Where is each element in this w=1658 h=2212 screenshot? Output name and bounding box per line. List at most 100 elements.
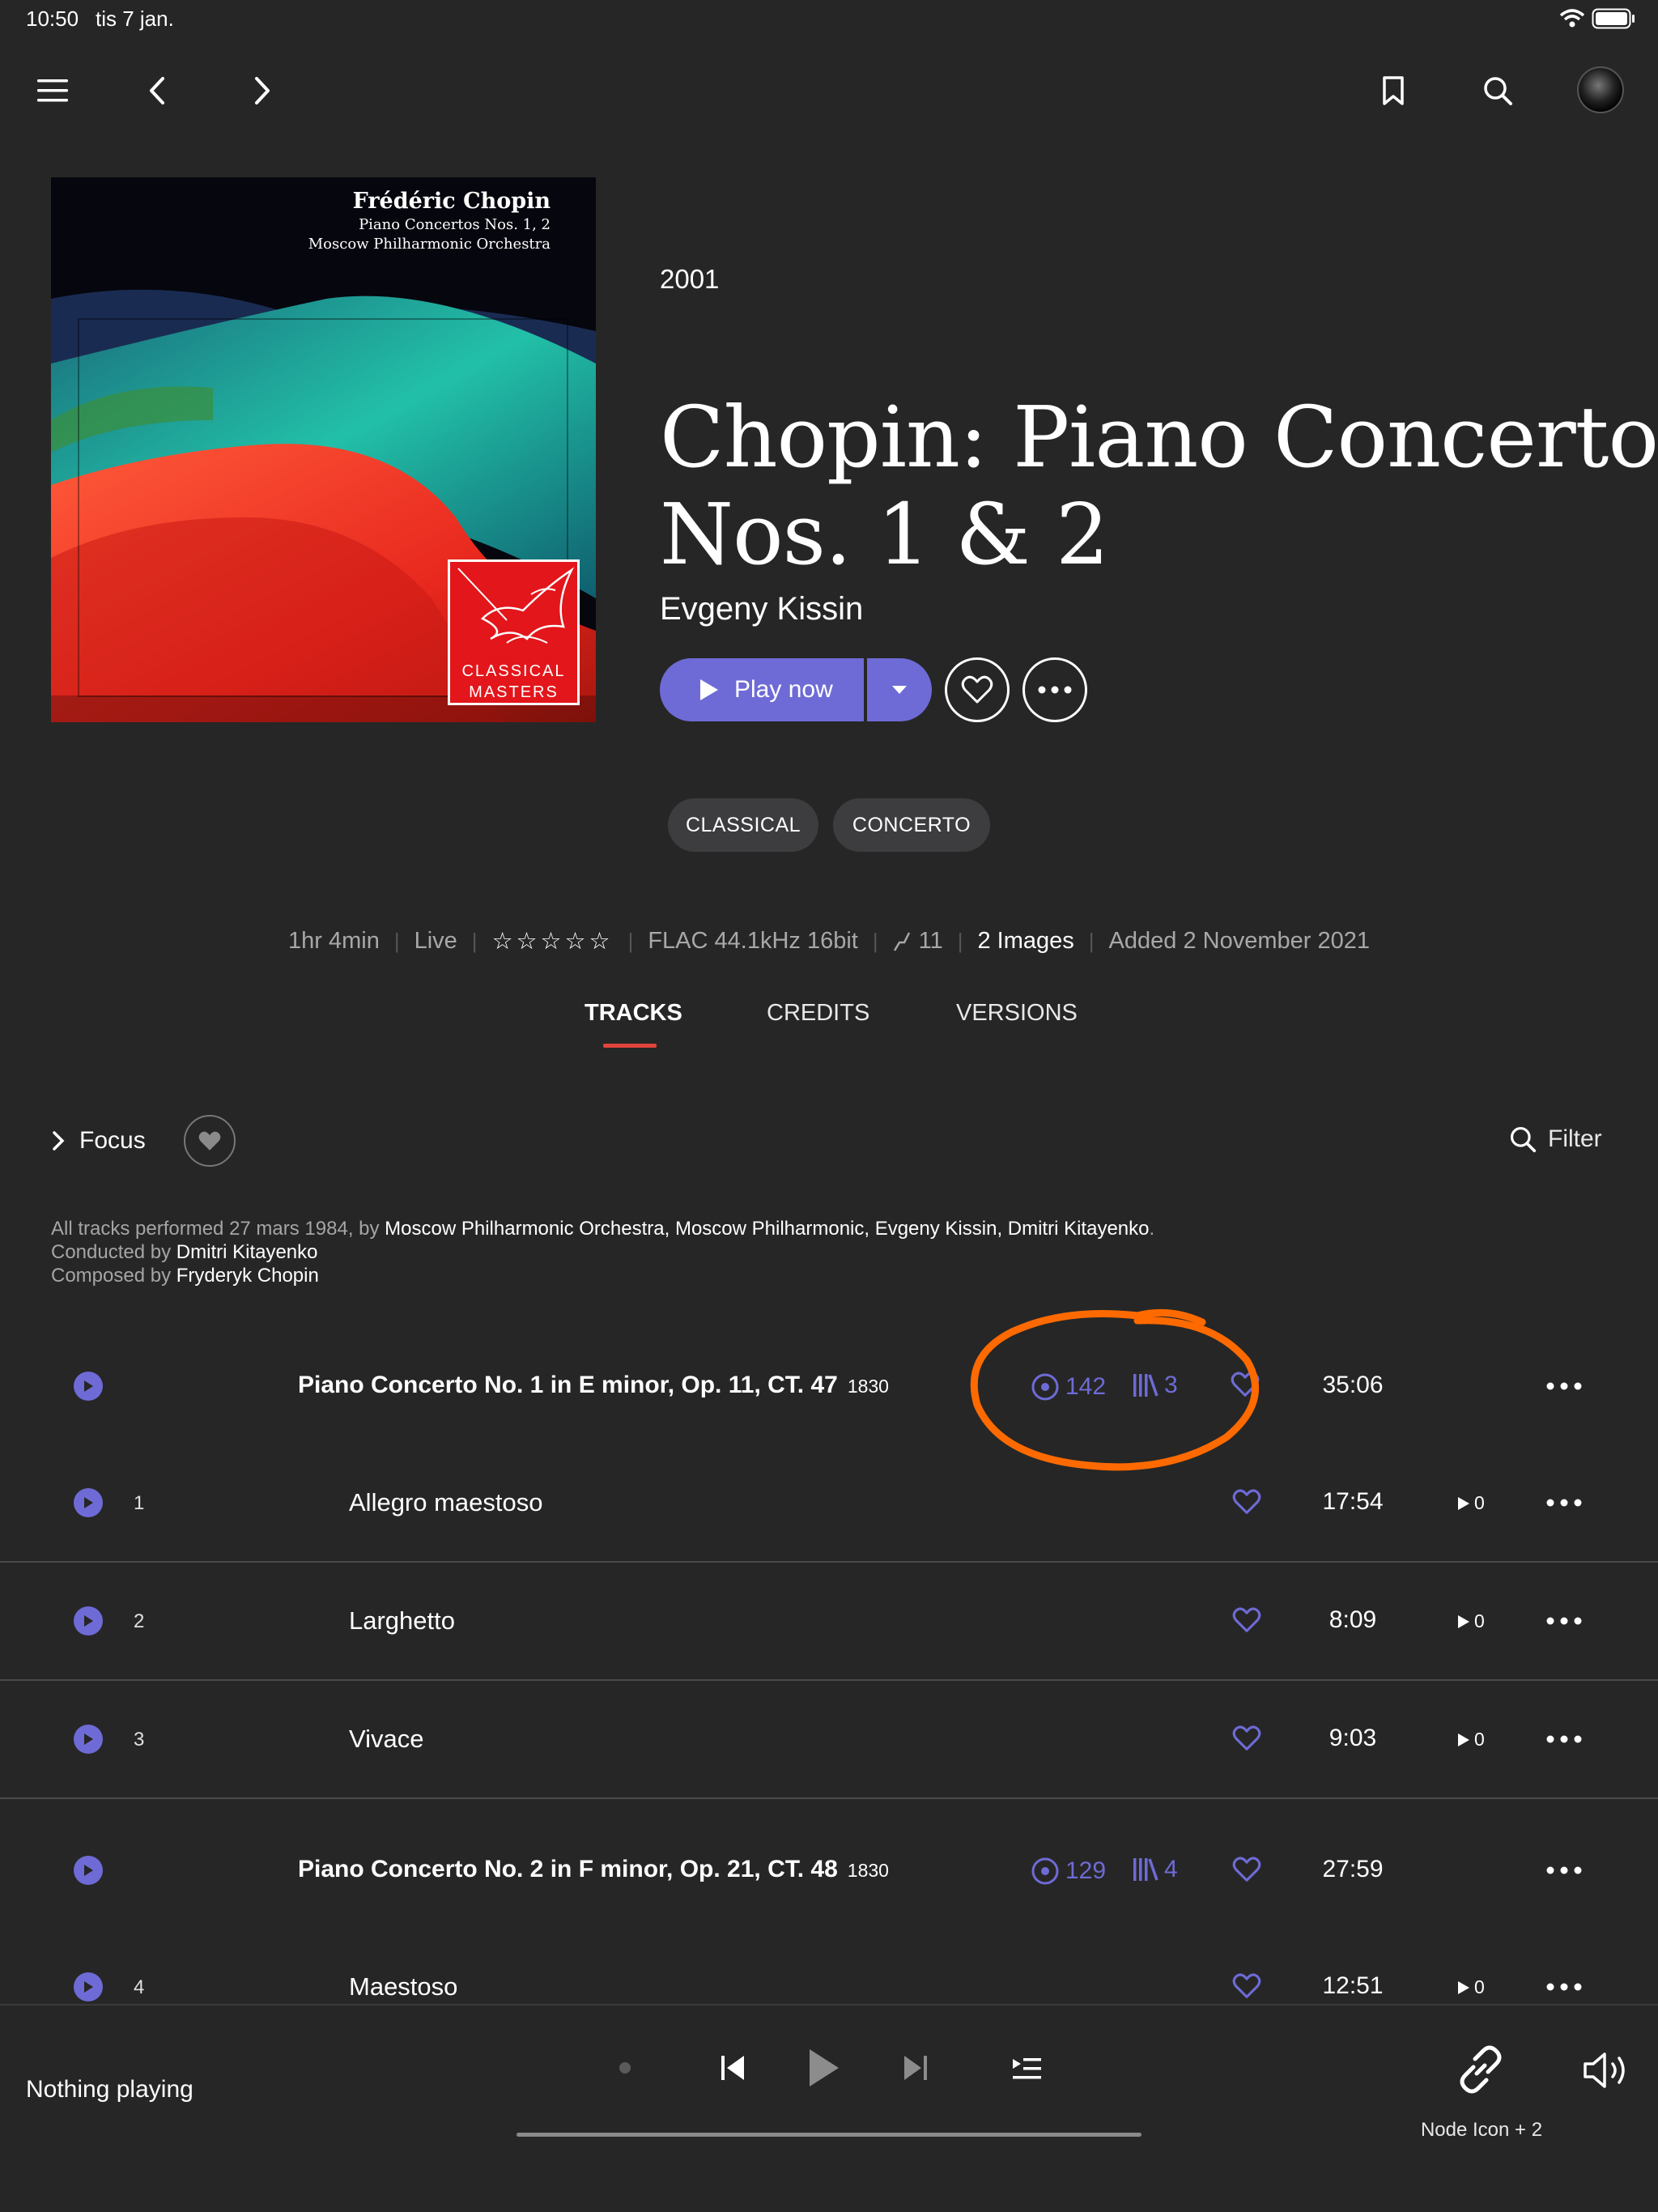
track-playcount: 0 bbox=[1457, 1729, 1485, 1750]
row-more-icon[interactable] bbox=[1546, 1865, 1582, 1875]
cover-orchestra: Moscow Philharmonic Orchestra bbox=[308, 236, 551, 253]
play-track-button[interactable] bbox=[74, 1725, 103, 1754]
play-work-button[interactable] bbox=[74, 1372, 103, 1401]
track-title[interactable]: Larghetto bbox=[349, 1606, 455, 1636]
play-icon bbox=[1458, 1733, 1469, 1746]
queue-button[interactable] bbox=[1009, 2052, 1044, 2085]
queue-icon bbox=[1013, 2058, 1041, 2079]
play-icon bbox=[1458, 1614, 1469, 1628]
work-title[interactable]: Piano Concerto No. 2 in F minor, Op. 21,… bbox=[298, 1856, 889, 1883]
avatar[interactable] bbox=[1577, 66, 1624, 113]
track-number: 4 bbox=[134, 1976, 145, 1998]
label-line2: MASTERS bbox=[469, 683, 559, 701]
row-divider bbox=[0, 1679, 1658, 1681]
track-playcount: 0 bbox=[1457, 1976, 1485, 1998]
back-icon[interactable] bbox=[139, 73, 175, 108]
play-icon bbox=[84, 1733, 93, 1745]
zone-link-button[interactable] bbox=[1452, 2041, 1509, 2098]
more-options-button[interactable] bbox=[1022, 657, 1087, 722]
play-now-button[interactable]: Play now bbox=[660, 658, 864, 721]
chevron-right-icon bbox=[53, 1131, 65, 1151]
album-title-line2: Nos. 1 & 2 bbox=[660, 485, 1109, 584]
work-versions[interactable]: 4 bbox=[1132, 1856, 1178, 1883]
status-date: tis 7 jan. bbox=[96, 6, 174, 31]
meta-images-link[interactable]: 2 Images bbox=[977, 928, 1073, 955]
search-icon[interactable] bbox=[1478, 71, 1517, 110]
credits-performers-links[interactable]: Moscow Philharmonic Orchestra, Moscow Ph… bbox=[385, 1218, 1149, 1240]
row-more-icon[interactable] bbox=[1546, 1498, 1582, 1508]
speaker-icon bbox=[1584, 2052, 1625, 2088]
track-duration: 9:03 bbox=[1329, 1725, 1377, 1751]
wifi-icon bbox=[1559, 8, 1585, 33]
favorite-filter-button[interactable] bbox=[184, 1115, 236, 1167]
work-duration: 27:59 bbox=[1322, 1856, 1384, 1882]
next-track-button[interactable] bbox=[897, 2048, 934, 2088]
ellipsis-icon bbox=[1038, 686, 1072, 694]
track-playcount: 0 bbox=[1457, 1610, 1485, 1632]
play-track-button[interactable] bbox=[74, 1488, 103, 1517]
volume-button[interactable] bbox=[1580, 2046, 1632, 2095]
work-plays[interactable]: 129 bbox=[1030, 1856, 1106, 1887]
previous-track-button[interactable] bbox=[714, 2048, 751, 2088]
play-button[interactable] bbox=[801, 2041, 847, 2095]
home-indicator bbox=[517, 2133, 1141, 2137]
album-cover[interactable]: Frédéric Chopin Piano Concertos Nos. 1, … bbox=[51, 177, 596, 722]
battery-icon bbox=[1592, 8, 1635, 33]
play-options-button[interactable] bbox=[867, 658, 932, 721]
skip-forward-icon bbox=[904, 2056, 927, 2080]
favorite-album-button[interactable] bbox=[945, 657, 1010, 722]
zone-name[interactable]: Node Icon + 2 bbox=[1401, 2119, 1562, 2142]
track-number: 2 bbox=[134, 1610, 145, 1632]
row-more-icon[interactable] bbox=[1546, 1381, 1582, 1391]
album-artist[interactable]: Evgeny Kissin bbox=[660, 591, 863, 627]
meta-added: Added 2 November 2021 bbox=[1108, 928, 1370, 954]
work-title[interactable]: Piano Concerto No. 1 in E minor, Op. 11,… bbox=[298, 1372, 889, 1399]
tab-credits[interactable]: CREDITS bbox=[767, 1000, 869, 1027]
play-history-icon bbox=[1031, 1857, 1059, 1885]
annotation-circle bbox=[970, 1308, 1260, 1471]
heart-icon[interactable] bbox=[1232, 1973, 1261, 2003]
focus-button[interactable]: Focus bbox=[52, 1127, 146, 1155]
heart-icon[interactable] bbox=[1232, 1489, 1261, 1519]
rating-stars[interactable]: ☆☆☆☆☆ bbox=[492, 927, 614, 955]
track-duration: 12:51 bbox=[1322, 1972, 1384, 1999]
heart-icon[interactable] bbox=[1232, 1725, 1261, 1755]
heart-icon[interactable] bbox=[1232, 1607, 1261, 1637]
tab-versions[interactable]: VERSIONS bbox=[956, 1000, 1078, 1027]
composer-link[interactable]: Fryderyk Chopin bbox=[176, 1265, 319, 1287]
play-now-label: Play now bbox=[734, 676, 833, 703]
waveform-icon bbox=[893, 931, 910, 951]
row-more-icon[interactable] bbox=[1546, 1982, 1582, 1992]
heart-icon[interactable] bbox=[1232, 1857, 1261, 1887]
now-playing-status: Nothing playing bbox=[26, 2076, 193, 2103]
focus-label: Focus bbox=[79, 1127, 146, 1154]
track-title[interactable]: Maestoso bbox=[349, 1972, 457, 2001]
playback-indicator bbox=[619, 2062, 631, 2074]
tab-tracks[interactable]: TRACKS bbox=[585, 1000, 682, 1027]
row-divider bbox=[0, 1797, 1658, 1799]
genre-pill-concerto[interactable]: CONCERTO bbox=[833, 798, 990, 852]
bookmark-icon[interactable] bbox=[1375, 71, 1412, 110]
play-track-button[interactable] bbox=[74, 1606, 103, 1636]
track-duration: 17:54 bbox=[1322, 1488, 1384, 1515]
meta-type: Live bbox=[414, 928, 457, 954]
cover-work: Piano Concertos Nos. 1, 2 bbox=[359, 216, 551, 233]
conductor-link[interactable]: Dmitri Kitayenko bbox=[176, 1241, 318, 1263]
row-more-icon[interactable] bbox=[1546, 1616, 1582, 1626]
heart-icon bbox=[198, 1131, 221, 1151]
menu-icon[interactable] bbox=[32, 73, 73, 108]
forward-icon[interactable] bbox=[244, 73, 280, 108]
meta-tracks: 11 bbox=[893, 928, 943, 955]
play-work-button[interactable] bbox=[74, 1856, 103, 1885]
row-more-icon[interactable] bbox=[1546, 1734, 1582, 1744]
track-playcount: 0 bbox=[1457, 1492, 1485, 1514]
track-title[interactable]: Vivace bbox=[349, 1725, 424, 1754]
track-number: 3 bbox=[134, 1729, 145, 1750]
track-number: 1 bbox=[134, 1492, 145, 1514]
player-bar: Nothing playing Node Icon + 2 bbox=[0, 2004, 1658, 2212]
genre-pill-classical[interactable]: CLASSICAL bbox=[668, 798, 818, 852]
track-title[interactable]: Allegro maestoso bbox=[349, 1488, 543, 1517]
play-track-button[interactable] bbox=[74, 1972, 103, 2001]
tab-active-indicator bbox=[603, 1044, 657, 1048]
filter-button[interactable]: Filter bbox=[1509, 1125, 1602, 1153]
